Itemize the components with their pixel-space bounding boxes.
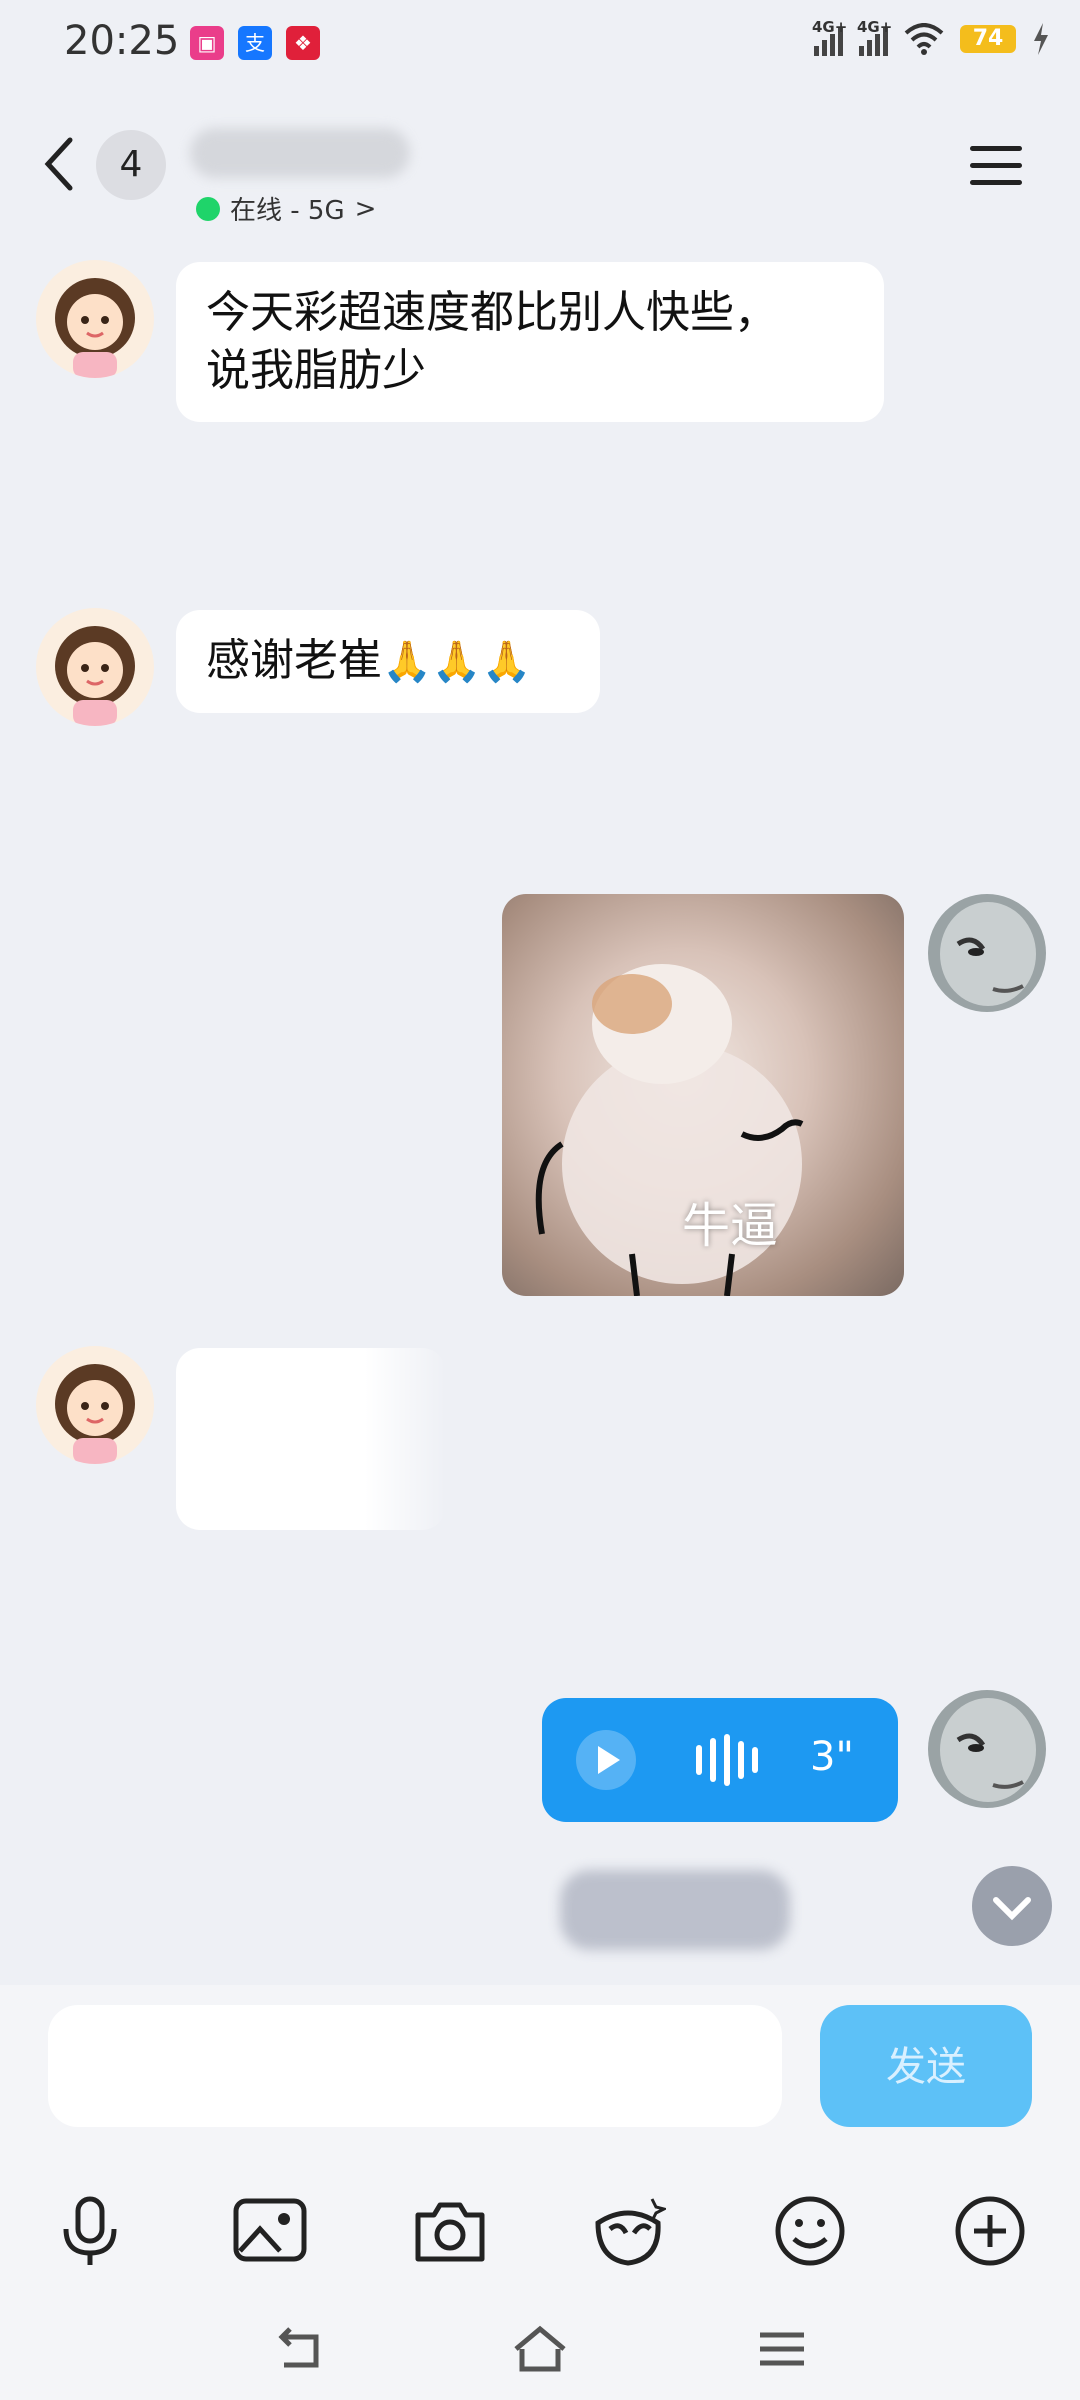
image-caption: 牛逼 [682, 1198, 779, 1254]
send-button[interactable]: 发送 [820, 2005, 1032, 2127]
composer: 发送 [0, 1985, 1080, 2165]
message-bubble[interactable]: 今天彩超速度都比别人快些， 说我脂肪少 [176, 262, 884, 422]
input-toolbar [0, 2165, 1080, 2295]
menu-nav-icon[interactable] [752, 2321, 812, 2377]
battery-indicator: 74 [960, 25, 1016, 53]
back-nav-icon[interactable] [270, 2321, 330, 2377]
voice-duration: 3" [810, 1734, 854, 1780]
message-bubble-redacted[interactable] [176, 1348, 446, 1530]
avatar[interactable] [36, 608, 154, 726]
contact-status[interactable]: 在线 - 5G > [196, 190, 376, 227]
message-input[interactable] [48, 2005, 782, 2127]
system-nav-bar [0, 2295, 1080, 2400]
online-dot-icon [196, 196, 220, 221]
mic-icon[interactable] [52, 2193, 128, 2269]
chat-header: 4 在线 - 5G > [0, 110, 1080, 230]
avatar[interactable] [36, 1346, 154, 1464]
menu-icon[interactable] [970, 146, 1022, 186]
status-text: 在线 - 5G [230, 196, 345, 226]
my-avatar[interactable] [928, 894, 1046, 1012]
pray-emoji: 🙏🙏🙏 [382, 639, 532, 685]
scroll-to-bottom-button[interactable] [972, 1866, 1052, 1946]
contact-name-redacted [190, 128, 410, 178]
network-type-2: 4G+ [857, 18, 893, 36]
status-icons: 4G+ 4G+ 74 [812, 18, 1050, 56]
chevron-right-icon: > [354, 193, 377, 224]
camera-icon[interactable] [412, 2193, 488, 2269]
message-text: 感谢老崔 [206, 635, 382, 686]
my-avatar[interactable] [928, 1690, 1046, 1808]
signal-icon-2: 4G+ [857, 18, 892, 56]
sticker-icon[interactable] [590, 2193, 666, 2269]
app-red-icon: ❖ [286, 26, 320, 60]
sticker-image-cat[interactable]: 牛逼 [502, 894, 904, 1296]
voice-message-bubble[interactable]: 3" [542, 1698, 898, 1822]
play-icon[interactable] [576, 1730, 636, 1790]
emoji-icon[interactable] [772, 2193, 848, 2269]
status-time: 20:25 [64, 18, 180, 64]
status-bar: 20:25 ▣ 支 ❖ 4G+ 4G+ 74 [0, 0, 1080, 90]
alipay-icon: 支 [238, 26, 272, 60]
redacted-label [560, 1870, 790, 1950]
charging-icon [1034, 23, 1048, 55]
avatar[interactable] [36, 260, 154, 378]
message-bubble[interactable]: 感谢老崔🙏🙏🙏 [176, 610, 600, 713]
home-nav-icon[interactable] [510, 2321, 570, 2377]
plus-icon[interactable] [952, 2193, 1028, 2269]
signal-icon: 4G+ [812, 18, 847, 56]
unread-count-badge[interactable]: 4 [96, 130, 166, 200]
back-icon[interactable] [40, 134, 80, 194]
app-notification-icon: ▣ [190, 26, 224, 60]
image-icon[interactable] [232, 2193, 308, 2269]
network-type-1: 4G+ [812, 18, 848, 36]
message-text-line: 今天彩超速度都比别人快些， [206, 287, 778, 338]
wifi-icon [904, 23, 944, 55]
message-text-line: 说我脂肪少 [206, 345, 426, 396]
voice-waveform-icon [696, 1734, 758, 1786]
